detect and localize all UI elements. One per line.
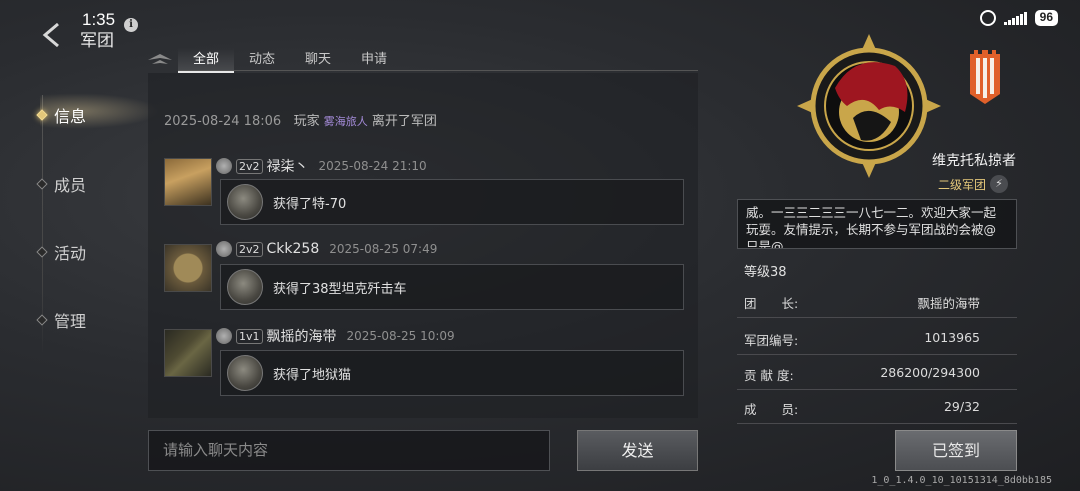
battle-mode-badge: 1v1 [236, 328, 263, 344]
wings-emblem-icon [148, 54, 172, 64]
message-time: 2025-08-24 21:10 [318, 159, 427, 173]
battle-mode-icon [216, 328, 232, 344]
nav-dot-icon [36, 314, 48, 326]
avatar[interactable] [164, 244, 212, 292]
player-name-link[interactable]: 雾海旅人 [324, 115, 368, 128]
info-key: 军团编号: [744, 333, 799, 348]
back-arrow-icon[interactable] [40, 22, 66, 48]
nav-item-label: 管理 [54, 312, 87, 331]
message-bubble: 获得了38型坦克歼击车 [220, 264, 684, 310]
sender-name[interactable]: Ckk258 [267, 241, 320, 257]
battery-icon: 96 [1034, 10, 1058, 26]
alarm-icon [979, 10, 996, 26]
message-text: 获得了特-70 [273, 196, 347, 212]
battle-mode-icon [216, 241, 232, 257]
message-time: 2025-08-25 10:09 [346, 329, 455, 343]
system-message: 2025-08-24 18:06 玩家 雾海旅人 离开了军团 [164, 110, 437, 129]
page-title: 军团 [80, 31, 114, 51]
legion-description: 威。一三三二三三一八七一二。欢迎大家一起玩耍。友情提示，长期不参与军团战的会被@… [737, 199, 1017, 249]
message-bubble: 获得了地狱猫 [220, 350, 684, 396]
nav-item-label: 信息 [54, 107, 87, 126]
info-row-leader: 团 长: 飘摇的海带 [737, 287, 1017, 318]
system-message-suffix: 离开了军团 [371, 114, 437, 129]
nav-item-info[interactable]: 信息 [36, 103, 87, 127]
vehicle-icon [227, 184, 263, 220]
chat-input[interactable]: 请输入聊天内容 [148, 430, 550, 471]
sender-name[interactable]: 飘摇的海带 [267, 326, 337, 346]
message-header: 1v1 飘摇的海带 2025-08-25 10:09 [216, 326, 455, 346]
nav-item-members[interactable]: 成员 [36, 172, 87, 196]
nav-dot-icon [36, 178, 48, 190]
battle-mode-badge: 2v2 [236, 241, 263, 257]
legion-name: 维克托私掠者 [932, 153, 1016, 169]
nav-item-activities[interactable]: 活动 [36, 240, 87, 264]
lightning-icon[interactable]: ⚡ [990, 175, 1009, 193]
battle-mode-icon [216, 158, 232, 174]
avatar[interactable] [164, 158, 212, 206]
info-key: 成 员: [744, 402, 799, 417]
tab-divider [178, 70, 698, 71]
message-header: 2v2 禄柒丶 2025-08-24 21:10 [216, 156, 427, 176]
nav-item-label: 活动 [54, 244, 87, 263]
info-value: 29/32 [943, 399, 980, 414]
legion-rank-label: 二级军团 [938, 177, 987, 192]
legion-emblem-icon [797, 34, 941, 178]
info-key: 贡 献 度: [744, 368, 794, 383]
nav-item-manage[interactable]: 管理 [36, 308, 87, 332]
nav-dot-icon [36, 109, 48, 121]
signal-icon [1003, 11, 1027, 25]
info-key: 团 长: [744, 296, 799, 311]
avatar[interactable] [164, 329, 212, 377]
battle-mode-badge: 2v2 [236, 158, 263, 174]
version-label: 1_0_1.4.0_10_10151314_8d0bb185 [871, 475, 1052, 486]
info-row-contribution: 贡 献 度: 286200/294300 [737, 359, 1017, 390]
message-bubble: 获得了特-70 [220, 179, 684, 225]
info-row-members: 成 员: 29/32 [737, 393, 1017, 424]
legion-level: 等级38 [744, 265, 787, 280]
nav-dot-icon [36, 246, 48, 258]
vehicle-icon [227, 269, 263, 305]
info-icon[interactable]: i [124, 18, 138, 32]
system-message-time: 2025-08-24 18:06 [164, 114, 282, 129]
message-text: 获得了38型坦克歼击车 [273, 281, 407, 297]
status-indicators: 96 [979, 10, 1058, 26]
info-value: 飘摇的海带 [917, 296, 980, 311]
message-header: 2v2 Ckk258 2025-08-25 07:49 [216, 241, 437, 257]
signed-in-button[interactable]: 已签到 [895, 430, 1017, 471]
legion-rank: 二级军团 ⚡ [938, 175, 1009, 193]
info-value: 286200/294300 [880, 365, 980, 380]
info-value: 1013965 [924, 330, 980, 345]
message-time: 2025-08-25 07:49 [329, 242, 438, 256]
legion-banner-icon [970, 50, 1000, 104]
nav-item-label: 成员 [54, 176, 87, 195]
message-text: 获得了地狱猫 [273, 367, 352, 383]
info-row-id: 军团编号: 1013965 [737, 324, 1017, 355]
vehicle-icon [227, 355, 263, 391]
send-button[interactable]: 发送 [577, 430, 698, 471]
sender-name[interactable]: 禄柒丶 [267, 156, 309, 176]
system-message-prefix: 玩家 [293, 114, 320, 129]
